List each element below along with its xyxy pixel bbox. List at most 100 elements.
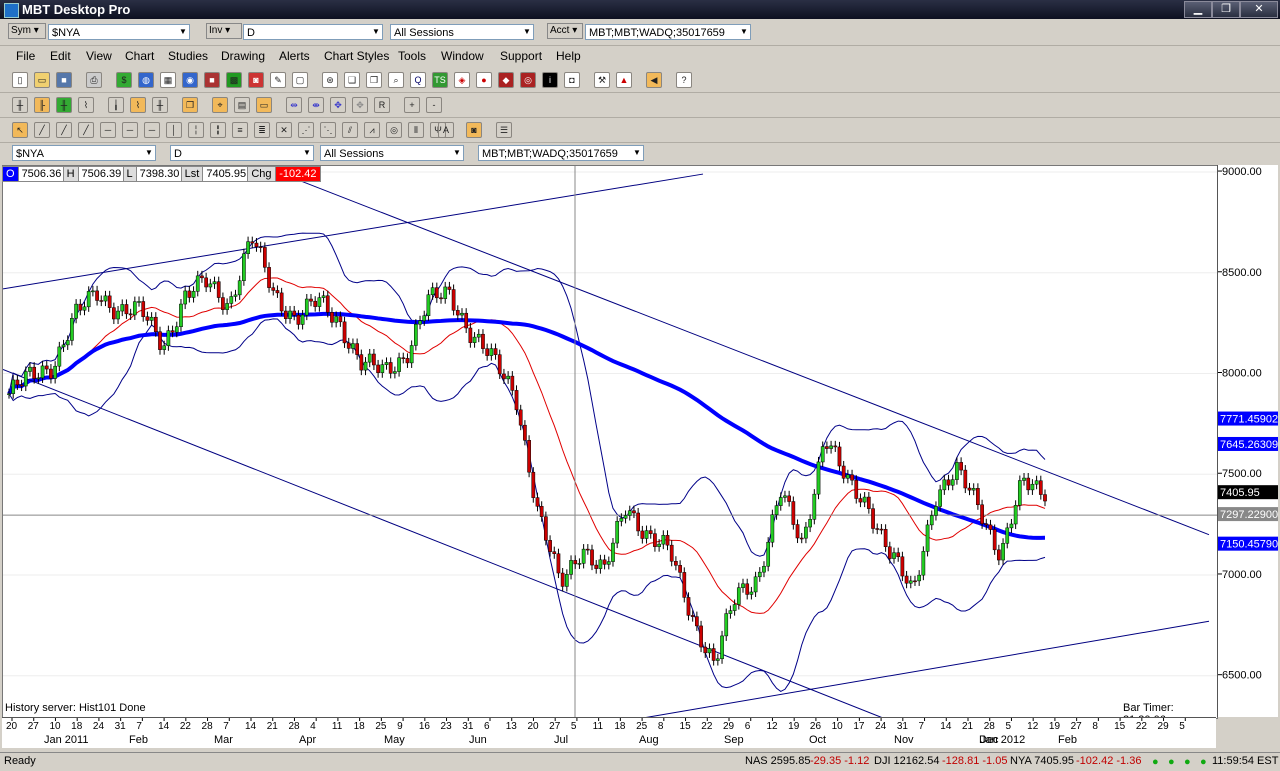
add-bars-icon[interactable]: + [404,97,420,113]
zoom-out-icon[interactable]: ⇹ [286,97,302,113]
menu-chart[interactable]: Chart [125,49,154,63]
chart-area[interactable]: History server: Hist101 Done Bar Timer: … [2,165,1218,719]
open-folder-icon[interactable]: ▭ [34,72,50,88]
print-icon[interactable]: ⎙ [86,72,102,88]
menu-window[interactable]: Window [441,49,484,63]
cursor-icon[interactable]: ⌖ [212,97,228,113]
magnify-icon[interactable]: ⌕ [388,72,404,88]
price-axis[interactable]: 9000.00 8500.00 8000.00 7500.00 7000.00 6500.… [1217,165,1278,717]
inv-label-button[interactable]: Inv ▾ [206,23,242,39]
alert-icon[interactable]: ■ [204,72,220,88]
acct-label-button[interactable]: Acct ▾ [547,23,583,39]
circle-icon[interactable]: ◎ [386,122,402,138]
gauge-icon[interactable]: ◈ [454,72,470,88]
book-icon[interactable]: ❑ [344,72,360,88]
cycle-lines-icon[interactable]: ⦀ [408,122,424,138]
menu-drawing[interactable]: Drawing [221,49,265,63]
sym-label-button[interactable]: Sym ▾ [8,23,46,39]
ray-icon[interactable]: ╱ [56,122,72,138]
menu-alerts[interactable]: Alerts [279,49,310,63]
interval-combo[interactable]: D ▼ [243,24,383,40]
books-icon[interactable]: ❒ [366,72,382,88]
study-icon[interactable]: ⌇ [130,97,146,113]
new-icon[interactable]: ▯ [12,72,28,88]
cross-icon[interactable]: ✕ [276,122,292,138]
properties-icon[interactable]: ☰ [496,122,512,138]
close-button[interactable]: ✕ [1240,1,1278,18]
stop-icon[interactable]: ◎ [520,72,536,88]
trendline-icon[interactable]: ╱ [34,122,50,138]
zoom-in-icon[interactable]: ⇼ [308,97,324,113]
menu-edit[interactable]: Edit [50,49,71,63]
chart-window-icon[interactable]: ▦ [160,72,176,88]
help-icon[interactable]: ? [676,72,692,88]
info-icon[interactable]: i [542,72,558,88]
menu-tools[interactable]: Tools [398,49,426,63]
fib-icon[interactable]: ≡ [232,122,248,138]
globe-icon[interactable]: ◍ [138,72,154,88]
page-icon[interactable]: ▢ [292,72,308,88]
down-candle [841,465,846,479]
scan-icon[interactable]: ⊛ [322,72,338,88]
ts-icon[interactable]: TS [432,72,448,88]
fan-icon[interactable]: ⋱ [320,122,336,138]
connect-icon[interactable]: ◉ [182,72,198,88]
menu-chart-styles[interactable]: Chart Styles [324,49,389,63]
reset-icon[interactable]: R [374,97,390,113]
chart-account-combo[interactable]: MBT;MBT;WADQ;35017659 ▼ [478,145,644,161]
scroll-icon[interactable]: ✥ [330,97,346,113]
save-icon[interactable]: ■ [56,72,72,88]
extended-line-icon[interactable]: ╱ [78,122,94,138]
table-icon[interactable]: ▤ [234,97,250,113]
horizontal-segment-icon[interactable]: ─ [144,122,160,138]
candle-chart-icon[interactable]: ╟ [34,97,50,113]
menu-file[interactable]: File [16,49,35,63]
account-combo[interactable]: MBT;MBT;WADQ;35017659 ▼ [585,24,751,40]
sound-icon[interactable]: ◀ [646,72,662,88]
gann-icon[interactable]: ⋰ [298,122,314,138]
channel-icon[interactable]: ⫽ [342,122,358,138]
chart-session-combo[interactable]: All Sessions ▼ [320,145,464,161]
warning-icon[interactable]: ▲ [616,72,632,88]
quote-icon[interactable]: $ [116,72,132,88]
vertical-line-icon[interactable]: │ [166,122,182,138]
study-add-icon[interactable]: ╫ [152,97,168,113]
text-icon[interactable]: A [438,122,454,138]
chart-interval-combo[interactable]: D ▼ [170,145,314,161]
grid-icon[interactable]: ▩ [226,72,242,88]
vertical-segment-icon[interactable]: ╏ [210,122,226,138]
arrow-cursor-icon[interactable]: ↖ [12,122,28,138]
symbol-combo[interactable]: $NYA ▼ [48,24,190,40]
chart-symbol-combo[interactable]: $NYA ▼ [12,145,156,161]
scroll-disabled-icon[interactable]: ✥ [352,97,368,113]
menu-support[interactable]: Support [500,49,542,63]
query-icon[interactable]: Q [410,72,426,88]
menu-studies[interactable]: Studies [168,49,208,63]
remove-bars-icon[interactable]: - [426,97,442,113]
minimize-button[interactable]: ▁ [1184,1,1212,18]
horizontal-ray-icon[interactable]: ─ [122,122,138,138]
window-icon[interactable]: ▭ [256,97,272,113]
price-chart[interactable] [3,166,1217,718]
order-icon[interactable]: ◙ [248,72,264,88]
restore-button[interactable]: ❐ [1212,1,1240,18]
ohlc-icon[interactable]: ╽ [108,97,124,113]
menu-view[interactable]: View [86,49,112,63]
horizontal-line-icon[interactable]: ─ [100,122,116,138]
snap-icon[interactable]: ◙ [466,122,482,138]
session-combo[interactable]: All Sessions ▼ [390,24,534,40]
date-axis[interactable]: 20 27 10 18 24 31 7 14 22 28 7 14 21 28 4 11 18 25 9 16 23 31… [2,717,1216,748]
green-candle-icon[interactable]: ╫ [56,97,72,113]
speed-lines-icon[interactable]: ⩘ [364,122,380,138]
fib-ext-icon[interactable]: ≣ [254,122,270,138]
wrench-icon[interactable]: ⚒ [594,72,610,88]
ticket-icon[interactable]: ◆ [498,72,514,88]
note-icon[interactable]: ✎ [270,72,286,88]
bar-chart-icon[interactable]: ╫ [12,97,28,113]
menu-help[interactable]: Help [556,49,581,63]
copy-icon[interactable]: ❐ [182,97,198,113]
record-icon[interactable]: ● [476,72,492,88]
line-chart-icon[interactable]: ⌇ [78,97,94,113]
screen-icon[interactable]: ◘ [564,72,580,88]
vertical-ray-icon[interactable]: ╎ [188,122,204,138]
